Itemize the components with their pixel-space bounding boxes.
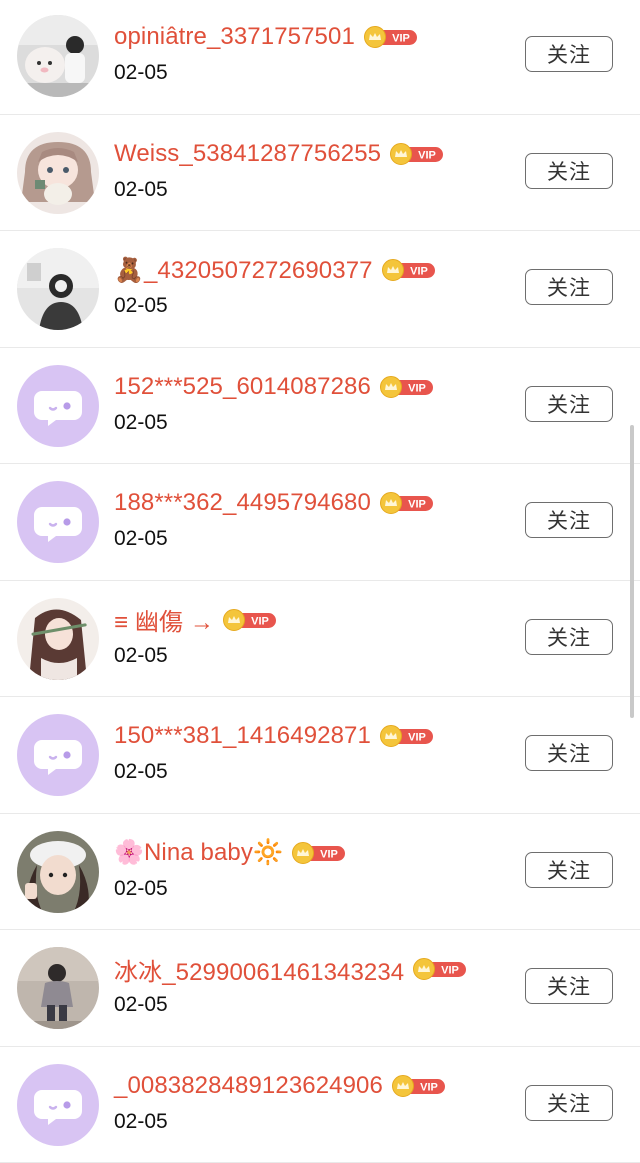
name-line: Weiss_53841287756255 VIP — [114, 137, 445, 171]
svg-text:VIP: VIP — [418, 149, 436, 161]
avatar-default-chat-bubble[interactable] — [17, 714, 99, 796]
username[interactable]: _0083828489123624906 — [114, 1072, 383, 1100]
avatar-default-chat-bubble[interactable] — [17, 365, 99, 447]
following-list: opiniâtre_3371757501 VIP 02-05 关注 Weiss_… — [0, 0, 640, 1163]
crown-icon: VIP — [222, 609, 278, 631]
follow-date: 02-05 — [114, 993, 168, 1017]
vip-badge: VIP — [379, 376, 435, 398]
list-item[interactable]: _0083828489123624906 VIP 02-05 关注 — [0, 1047, 640, 1163]
name-line: 冰冰_52990061461343234 VIP — [114, 952, 468, 986]
name-line: 🌸Nina baby🔆 VIP — [114, 836, 347, 870]
follow-date: 02-05 — [114, 61, 168, 85]
follow-date: 02-05 — [114, 527, 168, 551]
follow-button[interactable]: 关注 — [525, 968, 613, 1004]
list-item[interactable]: opiniâtre_3371757501 VIP 02-05 关注 — [0, 0, 640, 115]
name-line: ≡ 幽傷 → VIP — [114, 603, 278, 637]
vip-badge: VIP — [389, 143, 445, 165]
username[interactable]: Weiss_53841287756255 — [114, 140, 381, 168]
name-line: 150***381_1416492871 VIP — [114, 719, 435, 753]
follow-date: 02-05 — [114, 644, 168, 668]
follow-button[interactable]: 关注 — [525, 269, 613, 305]
follow-date: 02-05 — [114, 178, 168, 202]
follow-date: 02-05 — [114, 877, 168, 901]
vip-badge: VIP — [381, 259, 437, 281]
crown-icon: VIP — [381, 259, 437, 281]
username[interactable]: opiniâtre_3371757501 — [114, 23, 355, 51]
svg-text:VIP: VIP — [420, 1081, 438, 1093]
username[interactable]: 188***362_4495794680 — [114, 489, 371, 517]
avatar-anime-girl-with-cat[interactable] — [17, 132, 99, 214]
list-item[interactable]: 188***362_4495794680 VIP 02-05 关注 — [0, 464, 640, 581]
svg-text:VIP: VIP — [441, 965, 459, 977]
follow-button[interactable]: 关注 — [525, 153, 613, 189]
follow-date: 02-05 — [114, 294, 168, 318]
crown-icon: VIP — [412, 958, 468, 980]
avatar-default-chat-bubble[interactable] — [17, 481, 99, 563]
follow-button[interactable]: 关注 — [525, 735, 613, 771]
crown-icon: VIP — [379, 725, 435, 747]
username[interactable]: 🧸_4320507272690377 — [114, 256, 373, 285]
name-line: 152***525_6014087286 VIP — [114, 370, 435, 404]
crown-icon: VIP — [379, 376, 435, 398]
name-line: opiniâtre_3371757501 VIP — [114, 20, 419, 54]
avatar-photo-child-street[interactable] — [17, 947, 99, 1029]
crown-icon: VIP — [291, 842, 347, 864]
follow-date: 02-05 — [114, 411, 168, 435]
vip-badge: VIP — [379, 492, 435, 514]
vip-badge: VIP — [379, 725, 435, 747]
svg-text:VIP: VIP — [392, 33, 410, 45]
follow-button[interactable]: 关注 — [525, 852, 613, 888]
list-item[interactable]: 152***525_6014087286 VIP 02-05 关注 — [0, 348, 640, 465]
list-item[interactable]: 冰冰_52990061461343234 VIP 02-05 关注 — [0, 930, 640, 1047]
scrollbar[interactable] — [630, 425, 634, 718]
svg-text:VIP: VIP — [320, 848, 338, 860]
avatar-photo-girl-headphones[interactable] — [17, 248, 99, 330]
vip-badge: VIP — [412, 958, 468, 980]
username[interactable]: 冰冰_52990061461343234 — [114, 952, 404, 987]
list-item[interactable]: ≡ 幽傷 → VIP 02-05 关注 — [0, 581, 640, 698]
avatar-default-chat-bubble[interactable] — [17, 1064, 99, 1146]
svg-text:VIP: VIP — [408, 499, 426, 511]
vip-badge: VIP — [222, 609, 278, 631]
vip-badge: VIP — [391, 1075, 447, 1097]
svg-text:VIP: VIP — [408, 732, 426, 744]
username[interactable]: 150***381_1416492871 — [114, 722, 371, 750]
list-item[interactable]: 150***381_1416492871 VIP 02-05 关注 — [0, 697, 640, 814]
follow-button[interactable]: 关注 — [525, 502, 613, 538]
crown-icon: VIP — [363, 26, 419, 48]
name-line: 188***362_4495794680 VIP — [114, 486, 435, 520]
follow-button[interactable]: 关注 — [525, 36, 613, 72]
follow-button[interactable]: 关注 — [525, 619, 613, 655]
follow-date: 02-05 — [114, 760, 168, 784]
list-item[interactable]: Weiss_53841287756255 VIP 02-05 关注 — [0, 115, 640, 232]
name-line: 🧸_4320507272690377 VIP — [114, 253, 437, 287]
vip-badge: VIP — [291, 842, 347, 864]
vip-badge: VIP — [363, 26, 419, 48]
username[interactable]: 🌸Nina baby🔆 — [114, 838, 283, 867]
crown-icon: VIP — [379, 492, 435, 514]
svg-text:VIP: VIP — [408, 382, 426, 394]
svg-text:VIP: VIP — [251, 615, 269, 627]
crown-icon: VIP — [391, 1075, 447, 1097]
follow-button[interactable]: 关注 — [525, 1085, 613, 1121]
follow-button[interactable]: 关注 — [525, 386, 613, 422]
list-item[interactable]: 🌸Nina baby🔆 VIP 02-05 关注 — [0, 814, 640, 931]
crown-icon: VIP — [389, 143, 445, 165]
follow-date: 02-05 — [114, 1110, 168, 1134]
username[interactable]: ≡ 幽傷 → — [114, 602, 214, 637]
avatar-illustration-girl-flute[interactable] — [17, 598, 99, 680]
avatar-photo-girl-fur-hat[interactable] — [17, 831, 99, 913]
username[interactable]: 152***525_6014087286 — [114, 373, 371, 401]
avatar-photo-plush-toys[interactable] — [17, 15, 99, 97]
svg-text:VIP: VIP — [410, 266, 428, 278]
list-item[interactable]: 🧸_4320507272690377 VIP 02-05 关注 — [0, 231, 640, 348]
name-line: _0083828489123624906 VIP — [114, 1069, 447, 1103]
